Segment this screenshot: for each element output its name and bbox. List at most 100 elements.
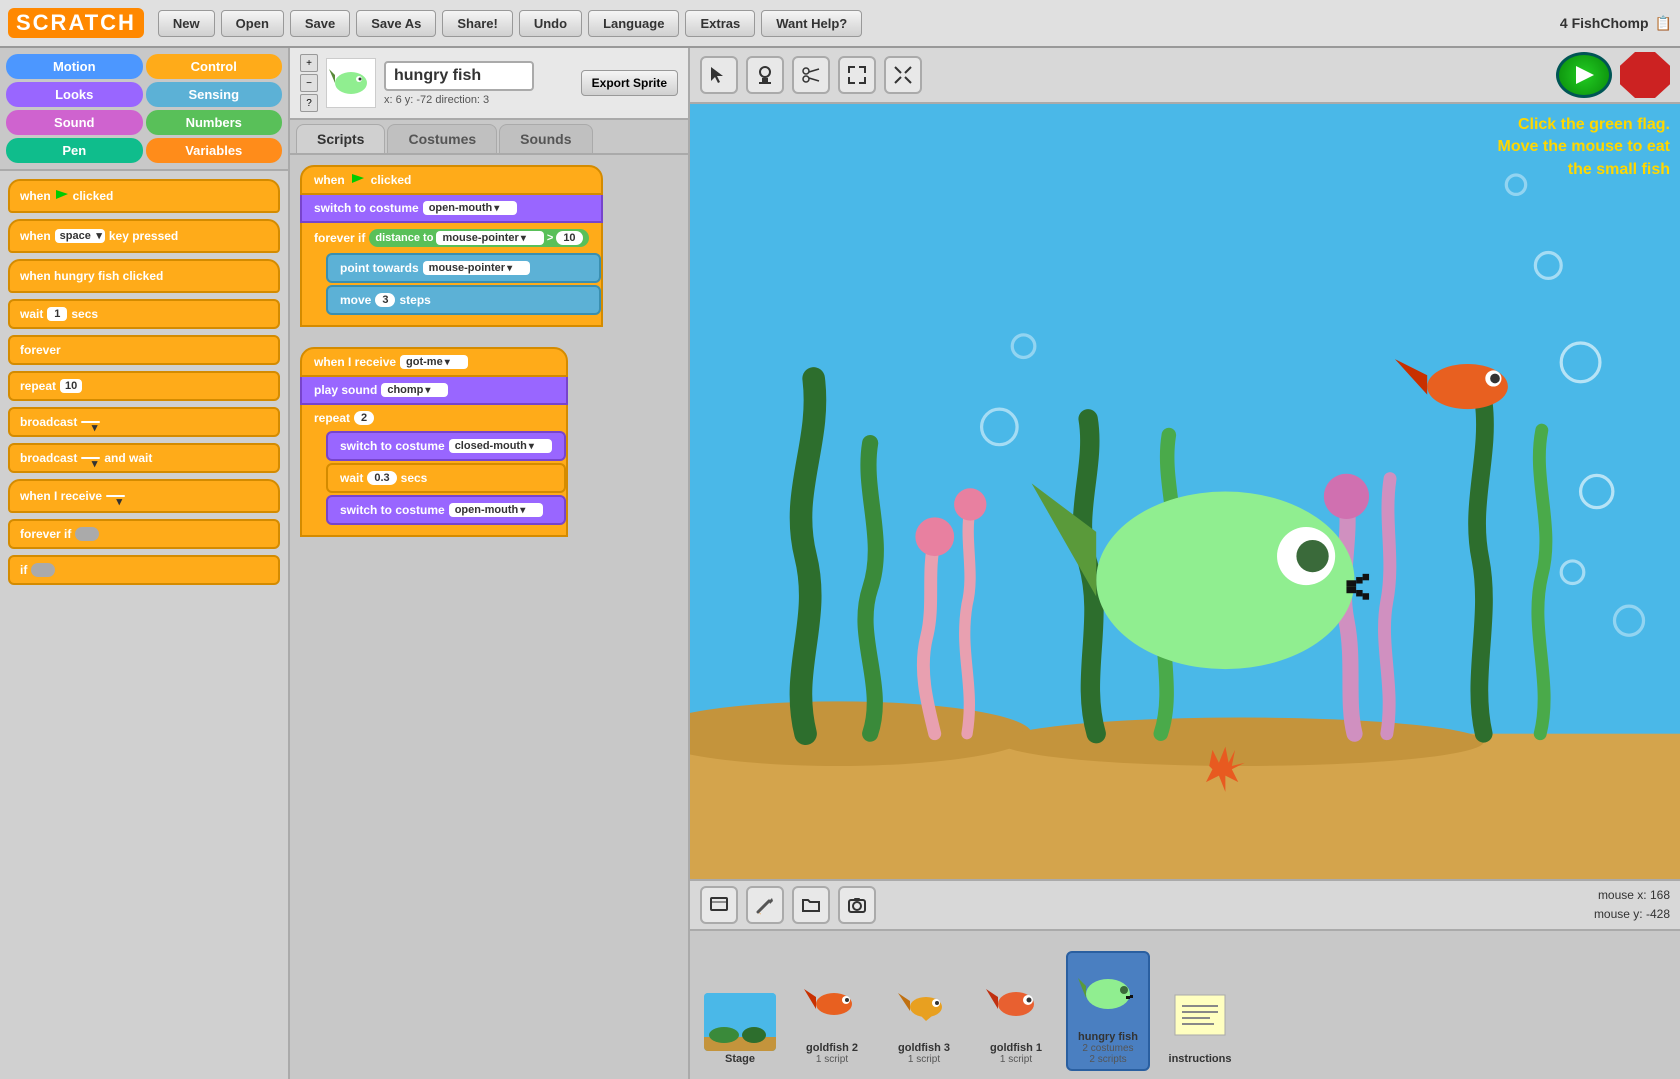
language-button[interactable]: Language bbox=[588, 10, 679, 37]
category-control[interactable]: Control bbox=[146, 54, 283, 79]
sprite-coords: x: 6 y: -72 direction: 3 bbox=[384, 94, 573, 106]
block-forever-if[interactable]: forever if bbox=[8, 519, 280, 549]
cursor-tool-btn[interactable] bbox=[700, 56, 738, 94]
stage-view-btn[interactable] bbox=[700, 886, 738, 924]
ws-distance-val[interactable]: 10 bbox=[556, 231, 582, 245]
ws-point-dropdown[interactable]: mouse-pointer bbox=[423, 261, 530, 275]
ws-open-dropdown[interactable]: open-mouth bbox=[449, 503, 544, 517]
ws-when-clicked[interactable]: when clicked bbox=[300, 165, 603, 195]
sprite-thumb-instructions[interactable]: instructions bbox=[1158, 973, 1242, 1071]
help-button[interactable]: Want Help? bbox=[761, 10, 862, 37]
broadcast-dropdown[interactable] bbox=[81, 421, 100, 423]
hungryfish-img bbox=[1072, 957, 1144, 1029]
block-forever[interactable]: forever bbox=[8, 335, 280, 365]
open-button[interactable]: Open bbox=[221, 10, 284, 37]
sprite-thumb-hungryfish[interactable]: hungry fish 2 costumes 2 scripts bbox=[1066, 951, 1150, 1071]
ws-repeat-val[interactable]: 2 bbox=[354, 411, 374, 425]
category-numbers[interactable]: Numbers bbox=[146, 110, 283, 135]
ws-sound-dropdown[interactable]: chomp bbox=[381, 383, 448, 397]
stamp-tool-btn[interactable] bbox=[746, 56, 784, 94]
ws-move-val[interactable]: 3 bbox=[375, 293, 395, 307]
receive-dropdown[interactable] bbox=[106, 495, 125, 497]
ws-play-sound[interactable]: play sound chomp bbox=[300, 377, 568, 405]
ws-closed-dropdown[interactable]: closed-mouth bbox=[449, 439, 552, 453]
tab-costumes[interactable]: Costumes bbox=[387, 124, 497, 153]
ws-repeat-header[interactable]: repeat 2 bbox=[302, 405, 566, 431]
save-button[interactable]: Save bbox=[290, 10, 350, 37]
block-when-clicked[interactable]: when clicked bbox=[8, 179, 280, 213]
share-button[interactable]: Share! bbox=[442, 10, 512, 37]
block-broadcast-wait[interactable]: broadcast and wait bbox=[8, 443, 280, 473]
block-broadcast[interactable]: broadcast bbox=[8, 407, 280, 437]
tab-sounds[interactable]: Sounds bbox=[499, 124, 592, 153]
scissors-tool-btn[interactable] bbox=[792, 56, 830, 94]
folder-icon bbox=[801, 895, 821, 915]
sprite-controls: + − ? bbox=[300, 54, 318, 112]
ws-distance-dropdown[interactable]: mouse-pointer bbox=[436, 231, 543, 245]
ws-wait-val[interactable]: 0.3 bbox=[367, 471, 396, 485]
save-as-button[interactable]: Save As bbox=[356, 10, 436, 37]
wait-input[interactable]: 1 bbox=[47, 307, 67, 321]
new-button[interactable]: New bbox=[158, 10, 215, 37]
sprite-thumb-goldfish2[interactable]: goldfish 2 1 script bbox=[790, 962, 874, 1071]
ws-point-towards[interactable]: point towards mouse-pointer bbox=[326, 253, 601, 283]
stop-button[interactable] bbox=[1620, 52, 1670, 98]
paint-icon bbox=[755, 895, 775, 915]
block-if[interactable]: if bbox=[8, 555, 280, 585]
forever-if-input[interactable] bbox=[75, 527, 99, 541]
ws-wait-03[interactable]: wait 0.3 secs bbox=[326, 463, 566, 493]
ws-receive-dropdown[interactable]: got-me bbox=[400, 355, 468, 369]
block-label: when hungry fish clicked bbox=[20, 269, 163, 283]
stage-canvas: Click the green flag.Move the mouse to e… bbox=[690, 104, 1680, 879]
folder-tool-btn[interactable] bbox=[792, 886, 830, 924]
block-wait[interactable]: wait 1 secs bbox=[8, 299, 280, 329]
ws-move-steps[interactable]: move 3 steps bbox=[326, 285, 601, 315]
hungryfish-svg bbox=[1078, 968, 1138, 1018]
sprite-info-btn[interactable]: ? bbox=[300, 94, 318, 112]
goldfish3-svg bbox=[894, 979, 954, 1029]
block-when-receive[interactable]: when I receive bbox=[8, 479, 280, 513]
extras-button[interactable]: Extras bbox=[685, 10, 755, 37]
camera-tool-btn[interactable] bbox=[838, 886, 876, 924]
ws-switch-closed[interactable]: switch to costume closed-mouth bbox=[326, 431, 566, 461]
if-input[interactable] bbox=[31, 563, 55, 577]
ws-switch-open[interactable]: switch to costume open-mouth bbox=[326, 495, 566, 525]
category-looks[interactable]: Looks bbox=[6, 82, 143, 107]
key-dropdown[interactable]: space bbox=[55, 229, 105, 243]
repeat-input[interactable]: 10 bbox=[60, 379, 82, 393]
category-pen[interactable]: Pen bbox=[6, 138, 143, 163]
ws-forever-if-block[interactable]: forever if distance to mouse-pointer > 1… bbox=[300, 223, 603, 327]
undo-button[interactable]: Undo bbox=[519, 10, 582, 37]
sprite-thumb-goldfish1[interactable]: goldfish 1 1 script bbox=[974, 962, 1058, 1071]
category-motion[interactable]: Motion bbox=[6, 54, 143, 79]
ws-repeat-block[interactable]: repeat 2 switch to costume closed-mouth … bbox=[300, 405, 568, 537]
sprite-thumb-goldfish3[interactable]: goldfish 3 1 script bbox=[882, 962, 966, 1071]
block-when-key[interactable]: when space key pressed bbox=[8, 219, 280, 253]
tab-scripts[interactable]: Scripts bbox=[296, 124, 385, 153]
ws-when-receive[interactable]: when I receive got-me bbox=[300, 347, 568, 377]
ws-switch-costume-1[interactable]: switch to costume open-mouth bbox=[300, 195, 603, 223]
goldfish2-svg bbox=[802, 979, 862, 1029]
ws-costume-dropdown-1[interactable]: open-mouth bbox=[423, 201, 518, 215]
sprite-shrink-btn[interactable]: − bbox=[300, 74, 318, 92]
category-sensing[interactable]: Sensing bbox=[146, 82, 283, 107]
paint-tool-btn[interactable] bbox=[746, 886, 784, 924]
category-variables[interactable]: Variables bbox=[146, 138, 283, 163]
expand-tool-btn[interactable] bbox=[838, 56, 876, 94]
green-flag-button[interactable] bbox=[1556, 52, 1612, 98]
block-when-sprite-clicked[interactable]: when hungry fish clicked bbox=[8, 259, 280, 293]
export-sprite-button[interactable]: Export Sprite bbox=[581, 70, 678, 96]
block-label: when bbox=[20, 229, 51, 243]
stage-bottom-toolbar: mouse x: 168 mouse y: -428 bbox=[690, 879, 1680, 929]
ws-forever-if-header[interactable]: forever if distance to mouse-pointer > 1… bbox=[302, 223, 601, 253]
sprite-name-input[interactable] bbox=[384, 61, 534, 91]
hungryfish-sub: 2 costumes bbox=[1082, 1043, 1133, 1054]
ws-label: when I receive bbox=[314, 355, 396, 369]
broadcast-wait-dropdown[interactable] bbox=[81, 457, 100, 459]
category-sound[interactable]: Sound bbox=[6, 110, 143, 135]
block-repeat[interactable]: repeat 10 bbox=[8, 371, 280, 401]
shrink-tool-btn[interactable] bbox=[884, 56, 922, 94]
sprite-grow-btn[interactable]: + bbox=[300, 54, 318, 72]
sprite-thumbnail-svg bbox=[329, 61, 373, 105]
sprite-thumb-stage[interactable]: Stage bbox=[698, 987, 782, 1071]
